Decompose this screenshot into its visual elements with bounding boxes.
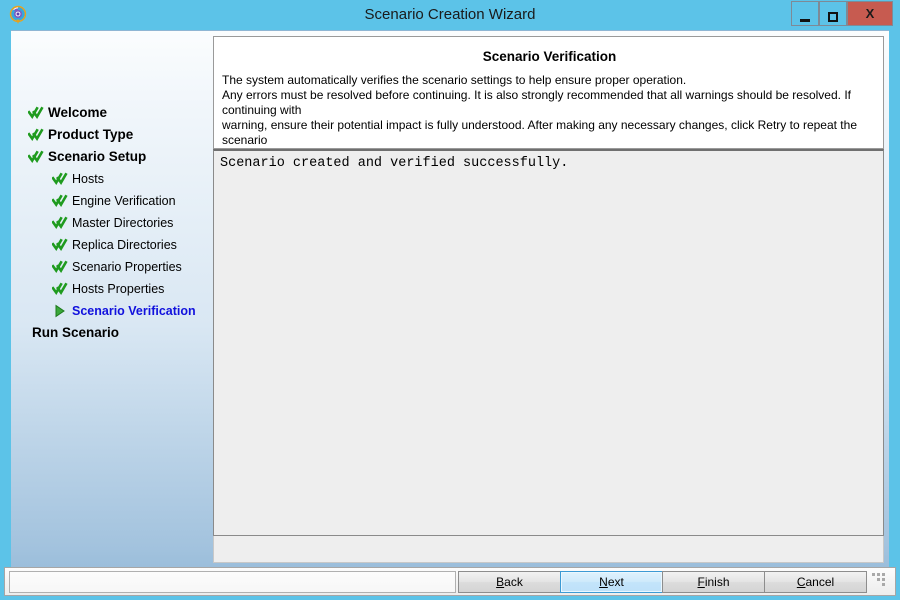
maximize-icon [828,11,838,22]
title-bar: Scenario Creation Wizard X [0,0,900,30]
description-line: The system automatically verifies the sc… [222,73,687,87]
page-title: Scenario Verification [482,49,617,64]
verification-result-text: Scenario created and verified successful… [220,156,569,171]
sidebar-step-label: Product Type [48,127,134,142]
minimize-button[interactable] [791,1,819,26]
content-footer-strip [213,536,884,563]
sidebar-step-label: Welcome [48,105,108,120]
close-button[interactable]: X [847,1,893,26]
sidebar-step-label: Master Directories [72,216,174,230]
double-check-icon [51,215,68,231]
finish-button[interactable]: Finish [662,571,765,593]
sidebar-step-label: Hosts Properties [72,282,165,296]
sidebar-step-label: Scenario Properties [72,260,182,274]
wizard-step-list: Welcome Product Type Scenario Setup Hosts En… [11,31,213,568]
sidebar-step-label: Hosts [72,172,104,186]
grip-dot [877,573,880,576]
grip-dot [882,578,885,581]
sidebar-step-label: Run Scenario [32,325,120,340]
resize-grip-icon[interactable] [872,573,888,589]
sidebar-step-label: Scenario Verification [72,304,196,318]
minimize-icon [800,18,810,22]
next-button[interactable]: Next [560,571,663,593]
double-check-icon [51,237,68,253]
sidebar-step-label: Scenario Setup [48,149,147,164]
content-header-box: Scenario Verification The system automat… [213,36,884,162]
double-check-icon [51,281,68,297]
client-area: Welcome Product Type Scenario Setup Hosts En… [11,30,889,567]
description-line: warning, ensure their potential impact i… [222,118,857,147]
grip-dot [877,578,880,581]
wizard-window: Scenario Creation Wizard X Welcome Produc… [0,0,900,600]
double-check-icon [27,127,44,143]
grip-dot [882,573,885,576]
status-input[interactable] [9,571,456,593]
verification-output[interactable]: Scenario created and verified successful… [213,149,884,536]
cancel-button[interactable]: Cancel [764,571,867,593]
maximize-button[interactable] [819,1,847,26]
action-bar: Back Next Finish Cancel [4,567,896,596]
double-check-icon [27,149,44,165]
grip-dot [872,573,875,576]
play-arrow-icon [52,303,68,319]
double-check-icon [27,105,44,121]
content-panel: Scenario Verification The system automat… [213,36,884,563]
double-check-icon [51,193,68,209]
double-check-icon [51,259,68,275]
window-title: Scenario Creation Wizard [364,6,536,23]
double-check-icon [51,171,68,187]
description-line: Any errors must be resolved before conti… [222,88,851,117]
back-button[interactable]: Back [458,571,561,593]
sidebar-step-label: Engine Verification [72,194,176,208]
grip-dot [882,583,885,586]
sidebar-step-label: Replica Directories [72,238,177,252]
